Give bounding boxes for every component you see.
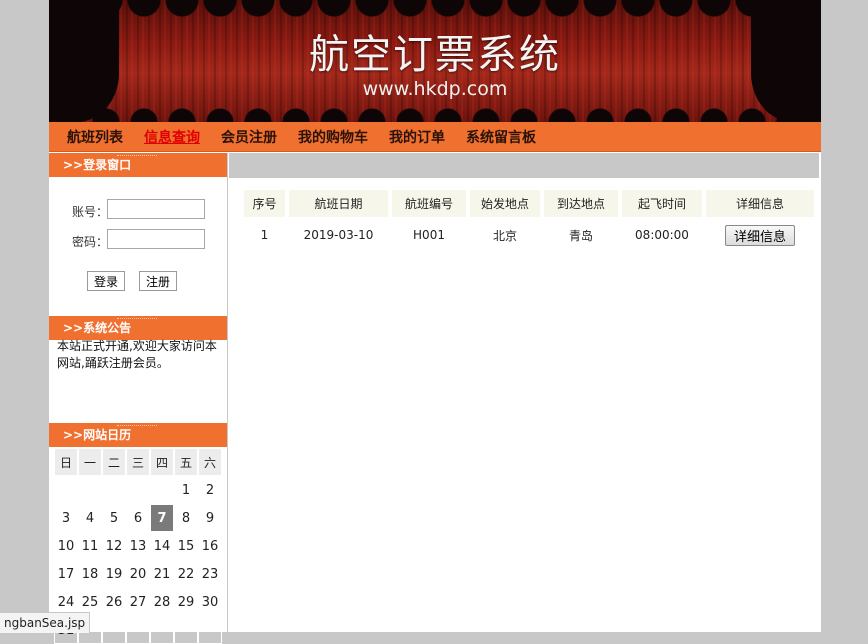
col-number: 航班编号	[392, 190, 466, 217]
calendar-day[interactable]: 22	[174, 560, 198, 588]
calendar-day[interactable]: 15	[174, 532, 198, 560]
calendar-week-row: 17 18 19 20 21 22 23	[54, 560, 222, 588]
content-header-bar	[229, 153, 819, 178]
calendar-empty-cell	[126, 476, 150, 504]
nav-shopping-cart[interactable]: 我的购物车	[298, 127, 368, 147]
calendar-day[interactable]: 8	[174, 504, 198, 532]
weekday-fri: 五	[174, 448, 198, 476]
calendar-day[interactable]: 18	[78, 560, 102, 588]
calendar-day[interactable]: 28	[150, 588, 174, 616]
site-banner: 航空订票系统 www.hkdp.com	[49, 0, 821, 122]
login-panel: 账号： 密码： 登录 注册	[49, 177, 227, 317]
col-from: 始发地点	[470, 190, 540, 217]
calendar-empty-cell	[54, 476, 78, 504]
weekday-sat: 六	[198, 448, 222, 476]
password-input[interactable]	[107, 229, 205, 249]
calendar-day[interactable]: 27	[126, 588, 150, 616]
calendar-day[interactable]: 20	[126, 560, 150, 588]
calendar-day[interactable]: 9	[198, 504, 222, 532]
calendar-weekday-row: 日 一 二 三 四 五 六	[54, 448, 222, 476]
calendar-empty-cell	[102, 476, 126, 504]
cell-from: 北京	[492, 228, 517, 243]
col-index: 序号	[244, 190, 285, 217]
calendar-week-row: 10 11 12 13 14 15 16	[54, 532, 222, 560]
curtain-bottom-decoration	[49, 100, 821, 122]
cell-index: 1	[260, 228, 269, 242]
calendar-day[interactable]: 23	[198, 560, 222, 588]
calendar-day[interactable]: 10	[54, 532, 78, 560]
nav-message-board[interactable]: 系统留言板	[466, 127, 536, 147]
col-to: 到达地点	[544, 190, 618, 217]
flight-table-header: 序号 航班日期 航班编号 始发地点 到达地点 起飞时间 详细信息	[244, 190, 814, 217]
flight-table: 序号 航班日期 航班编号 始发地点 到达地点 起飞时间 详细信息 1 2019-…	[240, 190, 818, 253]
cell-detail: 详细信息	[706, 217, 814, 253]
calendar-empty-cell	[126, 616, 150, 644]
status-bar-url: ngbanSea.jsp	[0, 612, 91, 633]
calendar-day[interactable]: 17	[54, 560, 78, 588]
cell-time: 08:00:00	[635, 228, 689, 242]
calendar-day[interactable]: 2	[198, 476, 222, 504]
calendar-day[interactable]: 16	[198, 532, 222, 560]
calendar-day[interactable]: 29	[174, 588, 198, 616]
password-row: 密码：	[49, 229, 227, 251]
col-detail: 详细信息	[706, 190, 814, 217]
calendar-day[interactable]: 11	[78, 532, 102, 560]
account-label: 账号：	[72, 205, 109, 219]
notice-text: 本站正式开通,欢迎大家访问本网站,踊跃注册会员。	[57, 339, 217, 370]
curtain-top-decoration	[49, 0, 821, 22]
main-nav: 航班列表 信息查询 会员注册 我的购物车 我的订单 系统留言板	[49, 122, 821, 152]
calendar-empty-cell	[150, 616, 174, 644]
calendar-day[interactable]: 21	[150, 560, 174, 588]
calendar-empty-cell	[102, 616, 126, 644]
calendar-day[interactable]: 30	[198, 588, 222, 616]
calendar-week-row: 3456789	[54, 504, 222, 532]
calendar-empty-cell	[174, 616, 198, 644]
account-input[interactable]	[107, 199, 205, 219]
register-button[interactable]: 注册	[139, 271, 178, 291]
calendar-empty-cell	[150, 476, 174, 504]
table-row: 1 2019-03-10 H001 北京 青岛 08:00:00 详细信息	[244, 217, 814, 253]
calendar-day[interactable]: 3	[54, 504, 78, 532]
calendar-day[interactable]: 14	[150, 532, 174, 560]
page: 航空订票系统 www.hkdp.com 航班列表 信息查询 会员注册 我的购物车…	[49, 0, 821, 644]
site-title: 航空订票系统	[309, 32, 561, 78]
nav-member-register[interactable]: 会员注册	[221, 127, 277, 147]
col-time: 起飞时间	[622, 190, 702, 217]
cell-number: H001	[413, 228, 445, 242]
password-label: 密码：	[72, 235, 109, 249]
nav-flight-list[interactable]: 航班列表	[67, 127, 123, 147]
weekday-wed: 三	[126, 448, 150, 476]
calendar-empty-cell	[78, 476, 102, 504]
nav-my-orders[interactable]: 我的订单	[389, 127, 445, 147]
notice-panel-header: >>系统公告	[49, 316, 227, 340]
login-button[interactable]: 登录	[87, 271, 126, 291]
nav-info-query[interactable]: 信息查询	[144, 127, 200, 147]
calendar-day[interactable]: 19	[102, 560, 126, 588]
weekday-tue: 二	[102, 448, 126, 476]
site-url: www.hkdp.com	[362, 78, 508, 100]
calendar-day[interactable]: 1	[174, 476, 198, 504]
login-panel-header: >>登录窗口	[49, 153, 227, 177]
weekday-mon: 一	[78, 448, 102, 476]
calendar-empty-cell	[198, 616, 222, 644]
sidebar: >>登录窗口 账号： 密码： 登录 注册 >>系统公告 本站正式开通,欢迎大家访…	[49, 153, 228, 644]
cell-to: 青岛	[568, 228, 593, 243]
calendar-day[interactable]: 7	[150, 504, 174, 532]
weekday-thu: 四	[150, 448, 174, 476]
calendar-day[interactable]: 13	[126, 532, 150, 560]
col-date: 航班日期	[289, 190, 388, 217]
calendar-day[interactable]: 5	[102, 504, 126, 532]
account-row: 账号：	[49, 199, 227, 221]
weekday-sun: 日	[54, 448, 78, 476]
detail-button[interactable]: 详细信息	[724, 224, 795, 246]
calendar-week-row: 12	[54, 476, 222, 504]
cell-date: 2019-03-10	[303, 228, 374, 242]
calendar-day[interactable]: 12	[102, 532, 126, 560]
calendar-day[interactable]: 26	[102, 588, 126, 616]
calendar-day[interactable]: 6	[126, 504, 150, 532]
calendar-day[interactable]: 4	[78, 504, 102, 532]
calendar-panel-header: >>网站日历	[49, 423, 227, 447]
